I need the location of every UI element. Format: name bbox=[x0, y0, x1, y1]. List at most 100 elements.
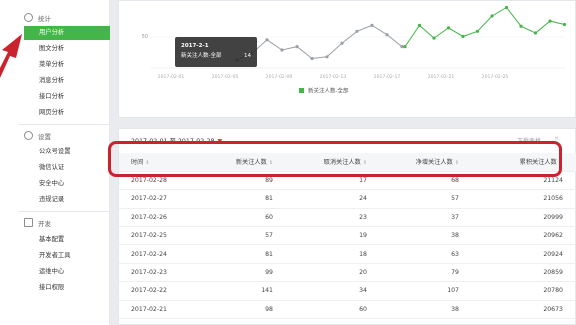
series-gray-point[interactable] bbox=[325, 55, 329, 59]
table-cell: 60 bbox=[279, 300, 375, 320]
series-green-line bbox=[404, 6, 565, 47]
series-gray-point[interactable] bbox=[295, 45, 299, 49]
table-cell: 2017-02-26 bbox=[119, 208, 223, 228]
table-cell: 2017-02-23 bbox=[119, 263, 223, 283]
series-green-point[interactable] bbox=[417, 23, 422, 27]
series-gray-point[interactable] bbox=[340, 41, 344, 45]
col-header-new-follows[interactable]: 新关注人数 ⇕ bbox=[223, 153, 279, 172]
series-green-point[interactable] bbox=[475, 29, 480, 33]
tooltip-label: 新关注人数-全部 bbox=[181, 53, 222, 59]
table-cell: 141 bbox=[223, 281, 279, 301]
table-cell: 2017-02-22 bbox=[119, 281, 223, 301]
series-green-point[interactable] bbox=[446, 26, 451, 30]
table-cell: 18 bbox=[279, 244, 375, 264]
legend-label: 新关注人数-全部 bbox=[308, 87, 349, 95]
sidebar-item-message-analysis[interactable]: 消息分析 bbox=[24, 74, 110, 88]
col-header-unfollows[interactable]: 取消关注人数 ⇕ bbox=[279, 153, 375, 172]
tooltip-date: 2017-2-1 bbox=[181, 43, 209, 49]
table-cell: 20924 bbox=[471, 244, 576, 264]
sidebar-item-api-permissions[interactable]: 接口权限 bbox=[24, 281, 110, 295]
table-row: 2017-02-21 98 60 38 20673 bbox=[119, 300, 576, 320]
sidebar-item-basic-config[interactable]: 基本配置 bbox=[24, 233, 110, 247]
table-cell: 19 bbox=[279, 226, 375, 246]
x-tick-label: 2017-02-13 bbox=[320, 74, 347, 80]
sidebar-section-title-dev: 开发 bbox=[38, 220, 51, 228]
table-header-row: 时间 ⇕ 新关注人数 ⇕ 取消关注人数 ⇕ 净增关注人数 ⇕ 累积关注人数 ⇕ bbox=[119, 153, 576, 172]
series-green-point[interactable] bbox=[461, 34, 465, 39]
col-header-net-follows[interactable]: 净增关注人数 ⇕ bbox=[375, 153, 471, 172]
table-row: 2017-02-27 81 24 57 21056 bbox=[119, 189, 576, 209]
col-header-date[interactable]: 时间 ⇕ bbox=[119, 153, 223, 172]
table-cell: 21124 bbox=[471, 171, 576, 191]
series-gray-point[interactable] bbox=[370, 23, 374, 27]
sidebar-item-security-center[interactable]: 安全中心 bbox=[24, 177, 110, 191]
table-cell: 107 bbox=[375, 281, 471, 301]
user-stats-table: 时间 ⇕ 新关注人数 ⇕ 取消关注人数 ⇕ 净增关注人数 ⇕ 累积关注人数 ⇕ 2017-… bbox=[119, 153, 576, 320]
series-green-point[interactable] bbox=[432, 36, 436, 40]
series-green-point[interactable] bbox=[519, 24, 523, 28]
table-cell: 20 bbox=[279, 263, 375, 283]
sort-icon: ⇕ bbox=[268, 160, 273, 167]
x-tick-label: 2017-02-21 bbox=[428, 74, 455, 80]
sidebar-item-account-settings[interactable]: 公众号设置 bbox=[24, 145, 110, 159]
series-green-point[interactable] bbox=[490, 14, 494, 18]
date-range-picker[interactable]: 2017-02-01 至 2017-02-28 ▼ bbox=[131, 136, 222, 145]
gear-icon bbox=[24, 131, 33, 140]
series-green-point[interactable] bbox=[504, 5, 509, 10]
sidebar: 统计 用户分析 图文分析 菜单分析 消息分析 接口分析 网页分析 设置 公众号设… bbox=[0, 0, 110, 325]
sidebar-item-menu-analysis[interactable]: 菜单分析 bbox=[24, 58, 110, 72]
data-table-panel: 2017-02-01 至 2017-02-28 ▼ 下载表格 × 时间 ⇕ 新关注人… bbox=[118, 128, 576, 325]
series-gray-point[interactable] bbox=[400, 45, 404, 49]
table-row: 2017-02-26 60 23 37 20999 bbox=[119, 208, 576, 228]
series-gray-point[interactable] bbox=[280, 48, 284, 52]
y-tick-label: 50 bbox=[142, 34, 148, 40]
x-tick-label: 2017-02-25 bbox=[482, 74, 509, 80]
table-cell: 34 bbox=[279, 281, 375, 301]
table-cell: 81 bbox=[223, 244, 279, 264]
sidebar-item-user-analysis[interactable]: 用户分析 bbox=[24, 26, 110, 40]
table-cell: 60 bbox=[223, 208, 279, 228]
table-cell: 68 bbox=[375, 171, 471, 191]
sidebar-item-api-analysis[interactable]: 接口分析 bbox=[24, 90, 110, 104]
sidebar-item-ops-center[interactable]: 运维中心 bbox=[24, 265, 110, 279]
sidebar-item-article-analysis[interactable]: 图文分析 bbox=[24, 42, 110, 56]
series-gray-point[interactable] bbox=[355, 29, 359, 33]
legend-swatch bbox=[299, 88, 304, 93]
table-row: 2017-02-24 81 18 63 20924 bbox=[119, 244, 576, 264]
table-cell: 2017-02-25 bbox=[119, 226, 223, 246]
series-green-point[interactable] bbox=[533, 31, 538, 35]
chevron-down-icon: ▼ bbox=[217, 138, 223, 145]
stats-icon bbox=[24, 13, 33, 22]
sidebar-divider bbox=[18, 124, 110, 125]
sidebar-item-dev-tools[interactable]: 开发者工具 bbox=[24, 249, 110, 263]
table-cell: 57 bbox=[375, 189, 471, 209]
x-tick-label: 2017-02-09 bbox=[266, 74, 293, 80]
table-row: 2017-02-23 99 20 79 20859 bbox=[119, 263, 576, 283]
tooltip-value: 14 bbox=[244, 53, 251, 59]
series-gray-point[interactable] bbox=[265, 38, 269, 42]
table-cell: 20673 bbox=[471, 300, 576, 320]
table-cell: 20962 bbox=[471, 226, 576, 246]
close-icon[interactable]: × bbox=[554, 135, 559, 142]
series-gray-point[interactable] bbox=[310, 56, 314, 61]
series-gray-point[interactable] bbox=[385, 33, 389, 37]
table-cell: 98 bbox=[223, 300, 279, 320]
table-cell: 81 bbox=[223, 189, 279, 209]
table-cell: 63 bbox=[375, 244, 471, 264]
sidebar-item-verification[interactable]: 微信认证 bbox=[24, 161, 110, 175]
series-green-point[interactable] bbox=[548, 19, 552, 23]
table-row: 2017-02-25 57 19 38 20962 bbox=[119, 226, 576, 246]
series-green-point[interactable] bbox=[403, 45, 407, 49]
table-row: 2017-02-22 141 34 107 20780 bbox=[119, 281, 576, 301]
series-green-point[interactable] bbox=[562, 22, 567, 27]
export-link[interactable]: 下载表格 bbox=[517, 136, 541, 145]
sidebar-item-violations[interactable]: 违规记录 bbox=[24, 193, 110, 207]
table-cell: 20999 bbox=[471, 208, 576, 228]
sidebar-section-title-settings: 设置 bbox=[38, 133, 51, 141]
sidebar-item-web-analysis[interactable]: 网页分析 bbox=[24, 106, 110, 120]
main-content: 50 2017-02-01 2017-02-05 2017-02-09 2017-02… bbox=[118, 0, 576, 325]
table-cell: 79 bbox=[375, 263, 471, 283]
sort-icon: ⇕ bbox=[145, 160, 150, 167]
table-cell: 17 bbox=[279, 171, 375, 191]
col-header-total-follows[interactable]: 累积关注人数 ⇕ bbox=[471, 153, 576, 172]
